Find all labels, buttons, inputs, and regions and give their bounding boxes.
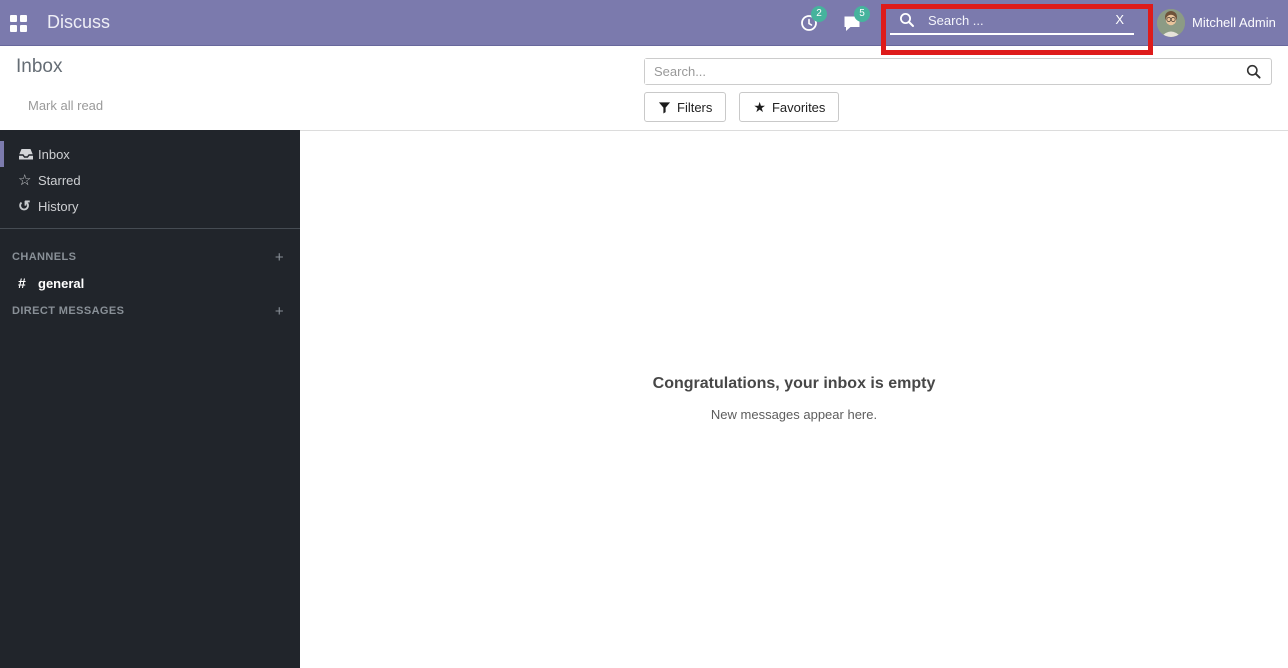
apps-menu-icon[interactable]: [10, 15, 27, 32]
top-navbar: Discuss 2 5 X: [0, 0, 1288, 46]
star-icon: ★: [753, 99, 766, 116]
content-search-input[interactable]: [645, 59, 1240, 84]
breadcrumb-title: Inbox: [16, 56, 62, 78]
navbar-search: X: [890, 7, 1134, 35]
discuss-sidebar: Inbox ☆ Starred ↺ History CHANNELS + # g…: [0, 130, 300, 668]
user-menu[interactable]: Mitchell Admin: [1192, 0, 1276, 45]
channels-section-label: CHANNELS: [12, 251, 76, 263]
sidebar-item-general-channel[interactable]: # general: [0, 270, 300, 296]
avatar[interactable]: [1157, 9, 1185, 37]
sidebar-item-history[interactable]: ↺ History: [0, 193, 300, 219]
channels-section-header: CHANNELS +: [0, 244, 300, 270]
sidebar-item-label: History: [38, 199, 78, 214]
add-direct-message-button[interactable]: +: [275, 304, 284, 319]
filters-button[interactable]: Filters: [644, 92, 726, 122]
app-title[interactable]: Discuss: [47, 0, 110, 45]
empty-inbox-message: Congratulations, your inbox is empty New…: [300, 375, 1288, 422]
favorites-button[interactable]: ★ Favorites: [739, 92, 839, 122]
clear-search-button[interactable]: X: [1115, 12, 1124, 27]
filter-funnel-icon: [658, 101, 671, 114]
sidebar-item-starred[interactable]: ☆ Starred: [0, 167, 300, 193]
hash-icon: #: [18, 275, 38, 291]
mark-all-read-button[interactable]: Mark all read: [28, 98, 103, 113]
control-panel: Inbox Mark all read Filters ★ Favorites: [0, 46, 1288, 131]
direct-messages-section-header: DIRECT MESSAGES +: [0, 298, 300, 324]
sidebar-item-inbox[interactable]: Inbox: [0, 141, 300, 167]
discuss-app: Discuss 2 5 X: [0, 0, 1288, 668]
messages-count-badge: 5: [854, 6, 870, 22]
messages-menu-button[interactable]: 5: [843, 10, 877, 38]
activity-menu-button[interactable]: 2: [800, 10, 834, 38]
filters-label: Filters: [677, 100, 712, 115]
sidebar-item-label: Inbox: [38, 147, 70, 162]
channel-label: general: [38, 276, 84, 291]
star-icon: ☆: [18, 171, 38, 189]
inbox-icon: [18, 146, 38, 162]
history-icon: ↺: [18, 197, 38, 215]
empty-title: Congratulations, your inbox is empty: [300, 375, 1288, 393]
content-search-bar: [644, 58, 1272, 85]
activity-count-badge: 2: [811, 6, 827, 22]
user-photo: [1157, 9, 1185, 37]
add-channel-button[interactable]: +: [275, 250, 284, 265]
empty-subtitle: New messages appear here.: [300, 407, 1288, 422]
search-options: Filters ★ Favorites: [644, 92, 839, 122]
search-icon[interactable]: [1246, 64, 1262, 80]
sidebar-divider: [0, 228, 300, 229]
navbar-search-input[interactable]: [890, 7, 1100, 33]
sidebar-item-label: Starred: [38, 173, 81, 188]
direct-messages-section-label: DIRECT MESSAGES: [12, 305, 124, 317]
favorites-label: Favorites: [772, 100, 825, 115]
